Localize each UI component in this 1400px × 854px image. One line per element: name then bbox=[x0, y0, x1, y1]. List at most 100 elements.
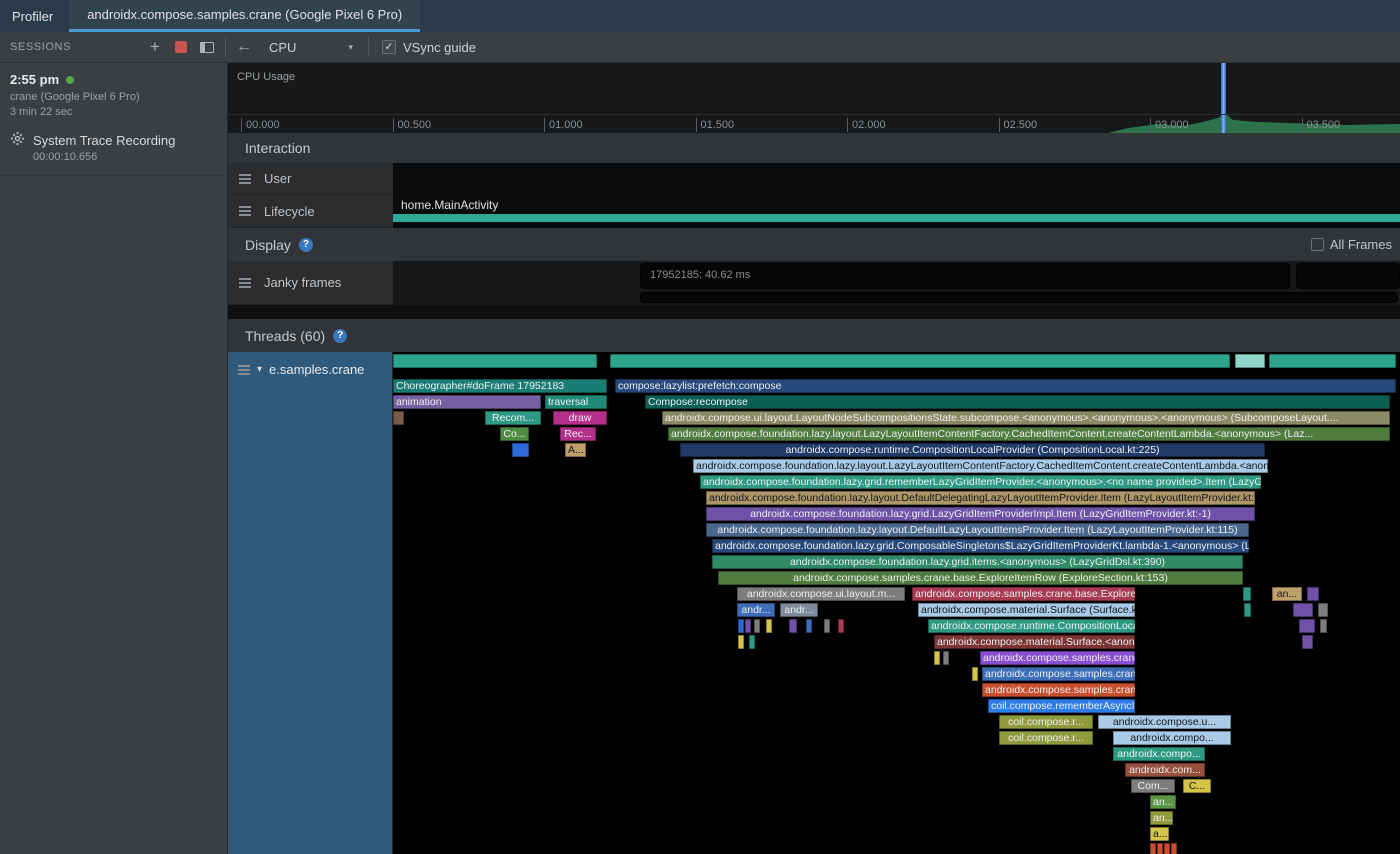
display-section-header[interactable]: Display ? All Frames bbox=[228, 228, 1400, 261]
flame-bar[interactable] bbox=[1157, 843, 1163, 854]
flame-bar[interactable]: coil.compose.r... bbox=[999, 715, 1093, 729]
flame-bar[interactable]: Recom... bbox=[485, 411, 541, 425]
flame-bar[interactable] bbox=[1244, 603, 1251, 617]
all-frames-toggle[interactable]: All Frames bbox=[1311, 237, 1392, 252]
flame-bar[interactable]: androidx.compo... bbox=[1113, 747, 1205, 761]
flame-bar[interactable] bbox=[766, 619, 772, 633]
flame-bar[interactable] bbox=[789, 619, 797, 633]
flame-bar[interactable]: androidx.compose.foundation.lazy.layout.… bbox=[668, 427, 1390, 441]
chevron-expand-icon[interactable]: ▾ bbox=[257, 364, 262, 375]
drag-handle-icon[interactable] bbox=[238, 365, 250, 375]
flame-bar[interactable] bbox=[512, 443, 529, 457]
flame-bar[interactable] bbox=[745, 619, 751, 633]
vsync-guide-toggle[interactable]: ✓ VSync guide bbox=[382, 40, 476, 55]
flame-bar[interactable]: androidx.compose.samples.crane.base.Expl… bbox=[912, 587, 1135, 601]
collapse-sessions-button[interactable] bbox=[194, 35, 220, 59]
flame-bar[interactable]: androidx.compose.u... bbox=[1098, 715, 1231, 729]
stop-recording-button[interactable] bbox=[168, 35, 194, 59]
flame-bar[interactable]: androidx.compose.samples.crane.base.Expl… bbox=[718, 571, 1243, 585]
flame-bar[interactable] bbox=[749, 635, 755, 649]
flame-bar[interactable] bbox=[972, 667, 978, 681]
lifecycle-track[interactable]: home.MainActivity bbox=[393, 195, 1400, 228]
flame-bar[interactable]: Compose:recompose bbox=[645, 395, 1390, 409]
flame-bar[interactable]: androidx.compose.samples.crane.base.Expl… bbox=[982, 683, 1135, 697]
all-frames-checkbox[interactable] bbox=[1311, 238, 1324, 251]
flame-bar[interactable] bbox=[1293, 603, 1313, 617]
flame-bar[interactable]: andr... bbox=[737, 603, 775, 617]
flame-bar[interactable]: androidx.compose.foundation.lazy.grid.re… bbox=[700, 475, 1261, 489]
drag-handle-icon[interactable] bbox=[239, 206, 251, 216]
flame-bar[interactable] bbox=[1318, 603, 1328, 617]
flame-bar[interactable] bbox=[1171, 843, 1177, 854]
flame-bar[interactable]: androidx.compose.foundation.lazy.grid.Co… bbox=[712, 539, 1249, 553]
flame-bar[interactable] bbox=[934, 651, 940, 665]
flame-bar[interactable] bbox=[1164, 843, 1170, 854]
flame-bar[interactable]: androidx.compo... bbox=[1113, 731, 1231, 745]
flame-bar[interactable] bbox=[806, 619, 812, 633]
flame-bar[interactable]: androidx.compose.foundation.lazy.grid.it… bbox=[712, 555, 1243, 569]
threads-section-header[interactable]: Threads (60) ? bbox=[228, 319, 1400, 352]
thread-panel-selected[interactable]: ▾ e.samples.crane bbox=[228, 352, 393, 854]
flame-bar[interactable]: androidx.compose.runtime.CompositionLoca… bbox=[680, 443, 1265, 457]
profiler-type-dropdown[interactable]: CPU ▾ bbox=[259, 35, 363, 59]
flame-bar[interactable]: coil.compose.r... bbox=[999, 731, 1093, 745]
flame-bar[interactable]: androidx.compose.ui.layout.LayoutNodeSub… bbox=[662, 411, 1390, 425]
flame-bar[interactable]: androidx.compose.foundation.lazy.grid.La… bbox=[706, 507, 1255, 521]
flame-bar[interactable] bbox=[943, 651, 949, 665]
flame-bar[interactable] bbox=[1302, 635, 1313, 649]
drag-handle-icon[interactable] bbox=[239, 174, 251, 184]
flame-bar[interactable]: androidx.compose.foundation.lazy.layout.… bbox=[706, 523, 1249, 537]
interaction-section-header[interactable]: Interaction bbox=[228, 133, 1400, 163]
flame-bar[interactable]: draw bbox=[553, 411, 607, 425]
flame-bar[interactable]: A... bbox=[565, 443, 586, 457]
drag-handle-icon[interactable] bbox=[239, 278, 251, 288]
flame-bar[interactable]: androidx.compose.samples.crane.base.Expl… bbox=[982, 667, 1135, 681]
flame-bar[interactable] bbox=[824, 619, 830, 633]
flame-bar[interactable]: androidx.compose.foundation.lazy.layout.… bbox=[706, 491, 1255, 505]
flame-bar[interactable]: an... bbox=[1272, 587, 1302, 601]
lifecycle-track-label[interactable]: Lifecycle bbox=[228, 195, 393, 228]
flame-bar[interactable]: coil.compose.rememberAsyncImagePainter (… bbox=[988, 699, 1135, 713]
flame-bar[interactable]: C... bbox=[1183, 779, 1211, 793]
flame-bar[interactable]: an... bbox=[1150, 811, 1173, 825]
flame-bar[interactable]: compose:lazylist:prefetch:compose bbox=[615, 379, 1396, 393]
flame-bar[interactable] bbox=[1299, 619, 1315, 633]
flame-bar[interactable] bbox=[754, 619, 760, 633]
help-icon[interactable]: ? bbox=[333, 329, 347, 343]
flame-bar[interactable] bbox=[838, 619, 844, 633]
flame-bar[interactable] bbox=[1320, 619, 1327, 633]
janky-frames-track[interactable]: 17952185: 40.62 ms bbox=[393, 261, 1400, 305]
flame-bar[interactable]: Choreographer#doFrame 17952183 bbox=[393, 379, 607, 393]
flame-bar[interactable]: androidx.com... bbox=[1125, 763, 1205, 777]
flame-bar[interactable] bbox=[738, 635, 744, 649]
janky-frames-label-panel[interactable]: Janky frames bbox=[228, 261, 393, 305]
help-icon[interactable]: ? bbox=[299, 238, 313, 252]
flame-bar[interactable] bbox=[1150, 843, 1156, 854]
flame-bar[interactable]: Co... bbox=[500, 427, 529, 441]
trace-flame-chart[interactable]: Choreographer#doFrame 17952183 compose:la… bbox=[393, 352, 1400, 854]
user-track[interactable] bbox=[393, 163, 1400, 195]
flame-bar[interactable] bbox=[738, 619, 744, 633]
flame-bar[interactable]: traversal bbox=[545, 395, 607, 409]
user-track-label[interactable]: User bbox=[228, 163, 393, 195]
recording-artifact-item[interactable]: System Trace Recording bbox=[0, 120, 227, 151]
janky-frame-bar[interactable] bbox=[640, 292, 1398, 303]
flame-bar[interactable]: androidx.compose.material.Surface.<anony… bbox=[934, 635, 1135, 649]
janky-frame-bar[interactable] bbox=[1296, 263, 1400, 289]
flame-bar[interactable]: androidx.compose.foundation.lazy.layout.… bbox=[693, 459, 1268, 473]
flame-bar[interactable]: an... bbox=[1150, 795, 1176, 809]
flame-bar[interactable]: andr... bbox=[780, 603, 818, 617]
vsync-checkbox[interactable]: ✓ bbox=[382, 40, 396, 54]
flame-bar[interactable] bbox=[393, 411, 404, 425]
flame-bar[interactable] bbox=[1269, 354, 1396, 368]
flame-bar[interactable] bbox=[393, 354, 597, 368]
flame-bar[interactable] bbox=[1243, 587, 1251, 601]
flame-bar[interactable] bbox=[1307, 587, 1319, 601]
add-session-button[interactable]: + bbox=[142, 35, 168, 59]
flame-bar[interactable]: androidx.compose.runtime.CompositionLoca… bbox=[928, 619, 1135, 633]
flame-bar[interactable]: Com... bbox=[1131, 779, 1175, 793]
flame-bar[interactable]: a... bbox=[1150, 827, 1169, 841]
cpu-usage-chart[interactable]: CPU Usage 00.00000.50001.00001.50002.000… bbox=[228, 63, 1400, 133]
flame-bar[interactable] bbox=[610, 354, 1230, 368]
flame-bar[interactable] bbox=[1235, 354, 1265, 368]
